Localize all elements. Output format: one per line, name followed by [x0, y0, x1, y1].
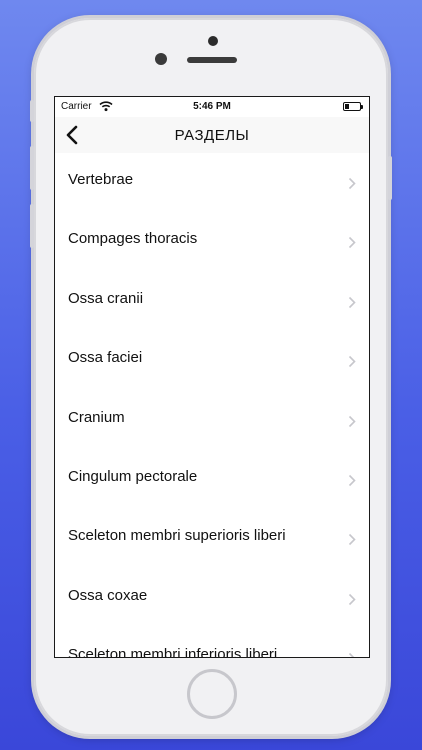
status-time: 5:46 PM: [193, 101, 231, 112]
list-item-label: Cingulum pectorale: [68, 467, 198, 485]
sections-list: Vertebrae Compages thoracis Ossa cranii …: [55, 153, 369, 658]
mute-switch: [30, 100, 34, 122]
chevron-right-icon: [348, 237, 356, 249]
list-item-label: Vertebrae: [68, 171, 134, 188]
app-screen: Carrier 5:46 PM РАЗДЕЛЫ Vertebrae Compag…: [54, 96, 370, 658]
list-item[interactable]: Cingulum pectorale: [55, 450, 369, 509]
list-item-label: Sceleton membri inferioris liberi: [68, 646, 278, 658]
list-item[interactable]: Ossa cranii: [55, 272, 369, 331]
volume-down-button: [30, 204, 34, 248]
chevron-right-icon: [348, 593, 356, 605]
earpiece-speaker: [187, 57, 237, 63]
list-item[interactable]: Vertebrae: [55, 153, 369, 212]
chevron-right-icon: [348, 296, 356, 308]
list-item-label: Ossa cranii: [68, 289, 144, 307]
status-bar: Carrier 5:46 PM: [55, 97, 369, 117]
chevron-right-icon: [348, 415, 356, 427]
volume-up-button: [30, 146, 34, 190]
list-item-label: Ossa coxae: [68, 586, 148, 604]
chevron-right-icon: [348, 177, 356, 190]
battery-icon: [343, 102, 363, 111]
home-button[interactable]: [187, 669, 237, 719]
chevron-right-icon: [348, 653, 355, 657]
list-item-label: Compages thoracis: [68, 230, 198, 248]
power-button: [388, 156, 392, 200]
page-title: РАЗДЕЛЫ: [174, 127, 250, 144]
list-item-label: Sceleton membri superioris liberi: [68, 527, 286, 545]
list-item[interactable]: Ossa faciei: [55, 331, 369, 390]
list-item[interactable]: Cranium: [55, 391, 369, 450]
front-camera: [208, 36, 218, 46]
chevron-right-icon: [348, 356, 356, 368]
list-item[interactable]: Sceleton membri superioris liberi: [55, 509, 369, 568]
list-item-label: Ossa faciei: [68, 349, 143, 367]
list-item-label: Cranium: [68, 408, 125, 426]
chevron-right-icon: [348, 474, 356, 487]
list-item[interactable]: Ossa coxae: [55, 569, 369, 628]
list-item[interactable]: Compages thoracis: [55, 212, 369, 271]
camera-sensor: [155, 53, 167, 65]
list-item[interactable]: Sceleton membri inferioris liberi: [55, 628, 369, 658]
chevron-right-icon: [348, 534, 356, 546]
navigation-bar: РАЗДЕЛЫ: [55, 117, 369, 153]
